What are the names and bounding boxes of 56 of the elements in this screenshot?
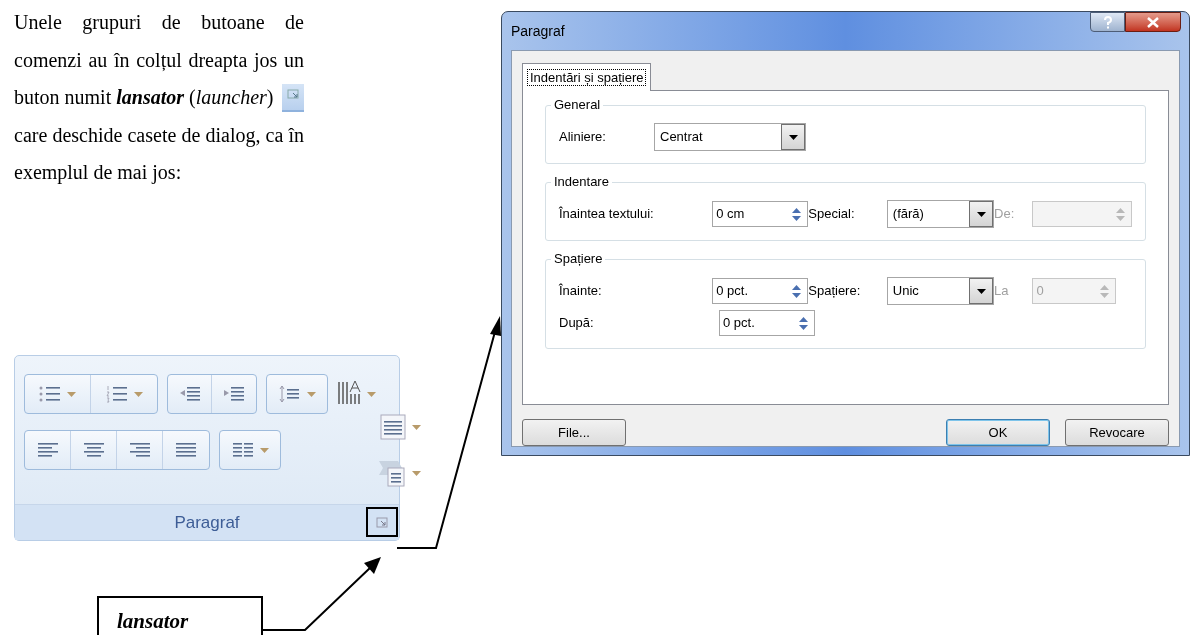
field-label: Înaintea textului: <box>559 205 654 224</box>
caret-icon <box>259 447 269 453</box>
field-label: La <box>994 282 1009 301</box>
spinner-field[interactable]: 0 pct. <box>719 310 815 336</box>
body-text: care deschide casete de dialog, ca în exemplul de mai jos: <box>14 122 304 186</box>
columns-button[interactable] <box>219 430 281 470</box>
increase-indent-icon <box>223 385 245 403</box>
page-borders-button[interactable] <box>378 412 421 442</box>
tab[interactable]: Indentări și spațiere <box>522 63 652 91</box>
launcher-button[interactable] <box>366 507 398 537</box>
align-right-icon <box>128 441 151 459</box>
field-label: Înainte: <box>559 282 602 301</box>
body-text: buton numit lansator (launcher) <box>14 85 274 111</box>
caret-icon <box>67 391 76 397</box>
dialog-button[interactable]: OK <box>946 419 1050 446</box>
shading-button[interactable] <box>378 458 421 488</box>
field-label: Special: <box>808 205 855 224</box>
window-title: Paragraf <box>511 22 565 41</box>
caret-icon <box>306 391 316 397</box>
justify-icon <box>175 441 197 459</box>
group-title: Paragraf <box>174 511 240 534</box>
caret-icon <box>412 470 421 476</box>
caret-icon <box>969 201 994 227</box>
caret-icon <box>781 124 805 150</box>
launcher-icon <box>282 83 304 112</box>
page-list-icon <box>378 412 408 442</box>
columns-icon <box>231 441 254 459</box>
help-icon <box>1102 15 1113 29</box>
align-left-icon <box>36 441 59 459</box>
caret-icon <box>367 391 376 397</box>
spinner-field[interactable]: 0 cm <box>712 201 809 227</box>
line-spacing-button[interactable] <box>266 374 328 414</box>
dropdown[interactable]: (fără) <box>886 200 995 228</box>
caret-icon <box>969 278 994 304</box>
launcher-icon <box>376 516 388 528</box>
dropdown[interactable]: Centrat <box>654 123 806 151</box>
dialog-button[interactable]: File... <box>522 419 626 446</box>
help-button[interactable] <box>1090 12 1125 32</box>
dropdown[interactable]: Unic <box>886 277 995 305</box>
decrease-indent-icon <box>178 385 201 403</box>
shaded-page-icon <box>378 458 408 488</box>
caret-icon <box>412 424 421 430</box>
field-label: După: <box>559 314 594 333</box>
dialog-button[interactable]: Revocare <box>1065 419 1169 446</box>
field-label: De: <box>994 205 1015 224</box>
field-label: Spațiere: <box>808 282 861 301</box>
numbered-list-icon <box>105 385 128 403</box>
align-center-icon <box>82 441 105 459</box>
field-label: Aliniere: <box>559 128 606 147</box>
spinner-field[interactable]: 0 pct. <box>712 278 809 304</box>
close-button[interactable] <box>1125 12 1181 32</box>
callout-label: lansator <box>117 609 189 633</box>
bullet-list-icon <box>39 385 61 403</box>
close-icon <box>1147 16 1159 28</box>
caret-icon <box>133 391 143 397</box>
line-spacing-icon <box>278 385 301 403</box>
